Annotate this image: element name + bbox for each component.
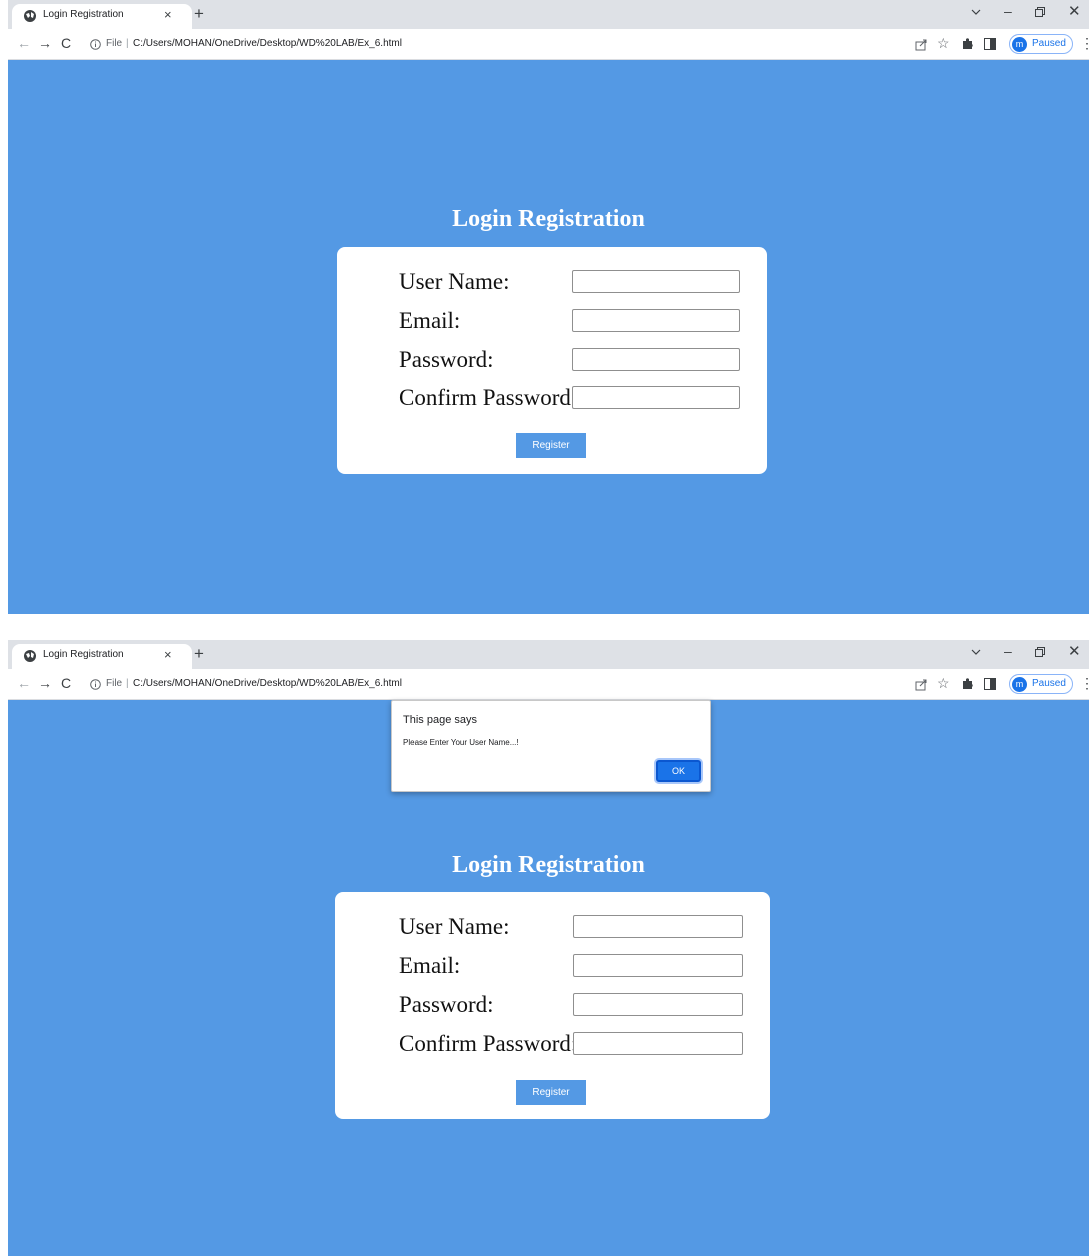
address-bar[interactable]: File | C:/Users/MOHAN/OneDrive/Desktop/W…: [84, 673, 804, 696]
share-icon[interactable]: [915, 678, 928, 691]
email-field[interactable]: [572, 309, 740, 332]
confirm-password-label: Confirm Password:: [399, 385, 578, 410]
url-separator: |: [126, 678, 129, 689]
share-icon[interactable]: [915, 38, 928, 51]
chevron-down-icon[interactable]: [970, 646, 982, 658]
email-field[interactable]: [573, 954, 743, 977]
url-text[interactable]: C:/Users/MOHAN/OneDrive/Desktop/WD%20LAB…: [133, 678, 402, 689]
avatar: m: [1012, 37, 1027, 52]
close-window-icon[interactable]: ✕: [1068, 642, 1081, 662]
star-icon[interactable]: ☆: [937, 35, 950, 51]
reload-icon[interactable]: C: [61, 675, 71, 691]
avatar: m: [1012, 677, 1027, 692]
username-field[interactable]: [573, 915, 743, 938]
globe-icon: [24, 650, 36, 662]
forward-icon[interactable]: →: [38, 675, 52, 691]
info-icon[interactable]: [90, 679, 101, 690]
password-field[interactable]: [573, 993, 743, 1016]
globe-icon: [24, 10, 36, 22]
side-panel-icon[interactable]: [984, 678, 996, 690]
kebab-menu-icon[interactable]: ⋮: [1080, 674, 1089, 692]
confirm-password-label: Confirm Password:: [399, 1031, 578, 1056]
alert-title: This page says: [403, 714, 477, 726]
kebab-menu-icon[interactable]: ⋮: [1080, 34, 1089, 52]
close-icon[interactable]: ×: [164, 647, 172, 663]
alert-dialog: This page says Please Enter Your User Na…: [391, 700, 711, 792]
username-label: User Name:: [399, 269, 510, 294]
forward-icon[interactable]: →: [38, 35, 52, 51]
side-panel-icon[interactable]: [984, 38, 996, 50]
email-label: Email:: [399, 308, 461, 333]
plus-icon[interactable]: +: [194, 644, 204, 664]
close-window-icon[interactable]: ✕: [1068, 2, 1081, 22]
register-button[interactable]: Register: [516, 1080, 586, 1105]
register-button[interactable]: Register: [516, 433, 586, 458]
password-field[interactable]: [572, 348, 740, 371]
url-scheme: File: [106, 38, 123, 49]
puzzle-icon[interactable]: [961, 37, 974, 50]
minimize-icon[interactable]: –: [1004, 1, 1012, 21]
restore-icon[interactable]: [1035, 7, 1045, 17]
confirm-password-field[interactable]: [573, 1032, 743, 1055]
browser-tab[interactable]: Login Registration ×: [12, 644, 192, 669]
tab-strip: Login Registration × + – ✕: [8, 640, 1089, 669]
chevron-down-icon[interactable]: [970, 6, 982, 18]
star-icon[interactable]: ☆: [937, 675, 950, 691]
profile-button[interactable]: m Paused: [1009, 674, 1073, 694]
reload-icon[interactable]: C: [61, 35, 71, 51]
profile-status: Paused: [1032, 678, 1066, 689]
email-label: Email:: [399, 953, 461, 978]
url-text[interactable]: C:/Users/MOHAN/OneDrive/Desktop/WD%20LAB…: [133, 38, 402, 49]
browser-tab[interactable]: Login Registration ×: [12, 4, 192, 29]
profile-button[interactable]: m Paused: [1009, 34, 1073, 54]
page-title: Login Registration: [452, 852, 645, 878]
plus-icon[interactable]: +: [194, 4, 204, 24]
minimize-icon[interactable]: –: [1004, 641, 1012, 661]
registration-card: User Name: Email: Password: Confirm Pass…: [335, 892, 770, 1119]
url-scheme: File: [106, 678, 123, 689]
browser-toolbar: ← → C File | C:/Users/MOHAN/OneDrive/Des…: [8, 669, 1089, 700]
tab-title: Login Registration: [43, 9, 124, 20]
url-separator: |: [126, 38, 129, 49]
tab-strip: Login Registration × + – ✕: [8, 0, 1089, 29]
username-field[interactable]: [572, 270, 740, 293]
puzzle-icon[interactable]: [961, 677, 974, 690]
username-label: User Name:: [399, 914, 510, 939]
confirm-password-field[interactable]: [572, 386, 740, 409]
address-bar[interactable]: File | C:/Users/MOHAN/OneDrive/Desktop/W…: [84, 33, 804, 56]
screenshot-with-alert: Login Registration × + – ✕ ← → C File | …: [8, 640, 1089, 1256]
password-label: Password:: [399, 347, 494, 372]
tab-title: Login Registration: [43, 649, 124, 660]
screenshot-before-alert: Login Registration × + – ✕ ← → C File | …: [8, 0, 1089, 614]
profile-status: Paused: [1032, 38, 1066, 49]
registration-card: User Name: Email: Password: Confirm Pass…: [337, 247, 767, 474]
close-icon[interactable]: ×: [164, 7, 172, 23]
password-label: Password:: [399, 992, 494, 1017]
alert-message: Please Enter Your User Name...!: [403, 738, 519, 747]
browser-toolbar: ← → C File | C:/Users/MOHAN/OneDrive/Des…: [8, 29, 1089, 60]
page-title: Login Registration: [452, 206, 645, 232]
restore-icon[interactable]: [1035, 647, 1045, 657]
back-icon[interactable]: ←: [17, 35, 31, 51]
back-icon[interactable]: ←: [17, 675, 31, 691]
page-viewport: Login Registration User Name: Email: Pas…: [8, 60, 1089, 614]
info-icon[interactable]: [90, 39, 101, 50]
alert-ok-button[interactable]: OK: [656, 760, 701, 782]
